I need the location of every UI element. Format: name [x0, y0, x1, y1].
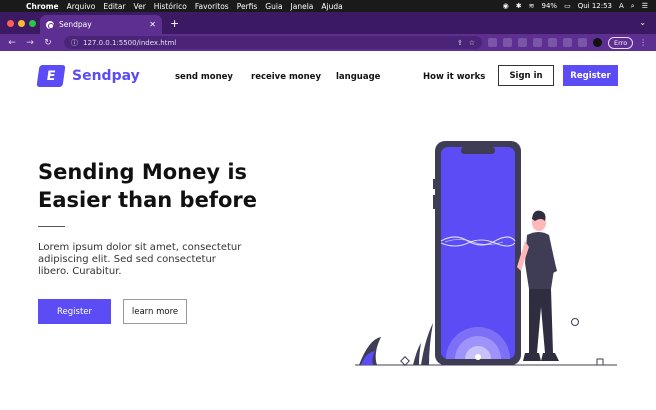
menubar-item-guia[interactable]: Guia [265, 2, 282, 11]
address-bar-url[interactable]: 127.0.0.1:5500/index.html [83, 39, 176, 47]
menubar-item-favoritos[interactable]: Favoritos [195, 2, 229, 11]
side-panel-icon[interactable] [578, 38, 587, 47]
address-bar[interactable]: ⓘ 127.0.0.1:5500/index.html ⇪ ☆ [64, 36, 482, 49]
menubar-item-perfis[interactable]: Perfis [237, 2, 258, 11]
register-button-header[interactable]: Register [563, 65, 618, 86]
sign-in-button[interactable]: Sign in [498, 65, 554, 86]
brand-name: Sendpay [72, 68, 140, 84]
browser-window: Sendpay ✕ + ⌄ ← → ↻ ⓘ 127.0.0.1:5500/ind… [0, 12, 656, 410]
hero-title-line-2: Easier than before [38, 188, 257, 212]
hero-divider [38, 226, 65, 227]
hero-illustration [355, 141, 617, 366]
person-shoe-left [523, 353, 541, 361]
extension-camera-icon[interactable] [548, 38, 557, 47]
reload-button[interactable]: ↻ [42, 38, 54, 48]
tab-search-icon[interactable]: ⌄ [639, 18, 646, 27]
browser-menu-icon[interactable]: ⋮ [639, 38, 647, 47]
bookmark-star-icon[interactable]: ☆ [469, 39, 475, 47]
nav-link-language[interactable]: language [336, 72, 380, 82]
phone-side-button-2 [433, 195, 435, 209]
menubar-item-arquivo[interactable]: Arquivo [67, 2, 96, 11]
bluetooth-icon[interactable]: ✱ [516, 2, 522, 10]
person-trousers [529, 289, 553, 353]
menubar-item-ajuda[interactable]: Ajuda [321, 2, 342, 11]
menubar-item-ver[interactable]: Ver [134, 2, 146, 11]
extension-circle-icon[interactable] [518, 38, 527, 47]
forward-button[interactable]: → [24, 38, 36, 48]
record-icon[interactable]: ◉ [503, 2, 509, 10]
phone-home-dot [475, 354, 481, 360]
tab-title: Sendpay [59, 20, 92, 29]
plant-stem-2 [413, 343, 421, 365]
profile-error-badge[interactable]: Erro [608, 36, 634, 49]
browser-toolbar: ← → ↻ ⓘ 127.0.0.1:5500/index.html ⇪ ☆ Er… [0, 34, 656, 51]
phone-side-button-1 [433, 179, 435, 189]
control-center-icon[interactable]: ☰ [642, 2, 648, 10]
close-window-button[interactable] [7, 19, 14, 27]
menubar-clock[interactable]: Qui 12:53 [578, 2, 612, 10]
maximize-window-button[interactable] [29, 19, 36, 27]
battery-icon[interactable]: ▭ [564, 2, 571, 10]
wifi-icon[interactable]: ≋ [529, 2, 535, 10]
share-icon[interactable]: ⇪ [457, 39, 463, 47]
tab-close-icon[interactable]: ✕ [149, 20, 156, 29]
plant-stem-1 [421, 323, 433, 365]
hero-description: Lorem ipsum dolor sit amet, consectetur … [38, 242, 242, 277]
extensions-area [488, 38, 602, 47]
circle-shape [571, 318, 579, 326]
profile-avatar-icon[interactable] [593, 38, 602, 47]
browser-tab-active[interactable]: Sendpay ✕ [40, 15, 162, 34]
logo-mark: E [36, 65, 66, 87]
mac-menubar: Chrome Arquivo Editar Ver Histórico Favo… [0, 0, 656, 12]
nav-link-receive-money[interactable]: receive money [251, 72, 321, 82]
hero-title-line-1: Sending Money is [38, 160, 248, 184]
square-shape [596, 358, 604, 366]
extension-square-icon[interactable] [533, 38, 542, 47]
site-info-icon[interactable]: ⓘ [71, 38, 78, 48]
new-tab-button[interactable]: + [170, 17, 179, 30]
nav-link-how-it-works[interactable]: How it works [423, 72, 485, 82]
input-source-icon[interactable]: A [619, 2, 624, 10]
menubar-item-janela[interactable]: Janela [291, 2, 314, 11]
menubar-item-editar[interactable]: Editar [103, 2, 125, 11]
extension-arrow-icon[interactable] [488, 38, 497, 47]
window-controls [7, 19, 36, 27]
battery-percentage: 94% [541, 2, 558, 10]
search-icon[interactable]: ⌕ [631, 2, 635, 11]
tab-favicon-icon [46, 20, 54, 29]
minimize-window-button[interactable] [18, 19, 25, 27]
tab-strip: Sendpay ✕ + ⌄ [0, 12, 656, 34]
extensions-puzzle-icon[interactable] [563, 38, 572, 47]
register-button-hero[interactable]: Register [38, 299, 111, 324]
menubar-app-name[interactable]: Chrome [26, 2, 59, 11]
extension-grid-icon[interactable] [503, 38, 512, 47]
site-logo[interactable]: E Sendpay [36, 65, 140, 87]
menubar-item-historico[interactable]: Histórico [154, 2, 187, 11]
learn-more-button[interactable]: learn more [123, 299, 187, 324]
nav-link-send-money[interactable]: send money [175, 72, 233, 82]
hero-title: Sending Money is Easier than before [38, 158, 298, 214]
back-button[interactable]: ← [6, 38, 18, 48]
phone-notch [461, 147, 495, 154]
person-shoe-right [541, 353, 559, 361]
webpage: E Sendpay send money receive money langu… [0, 51, 656, 410]
diamond-shape [400, 356, 410, 366]
